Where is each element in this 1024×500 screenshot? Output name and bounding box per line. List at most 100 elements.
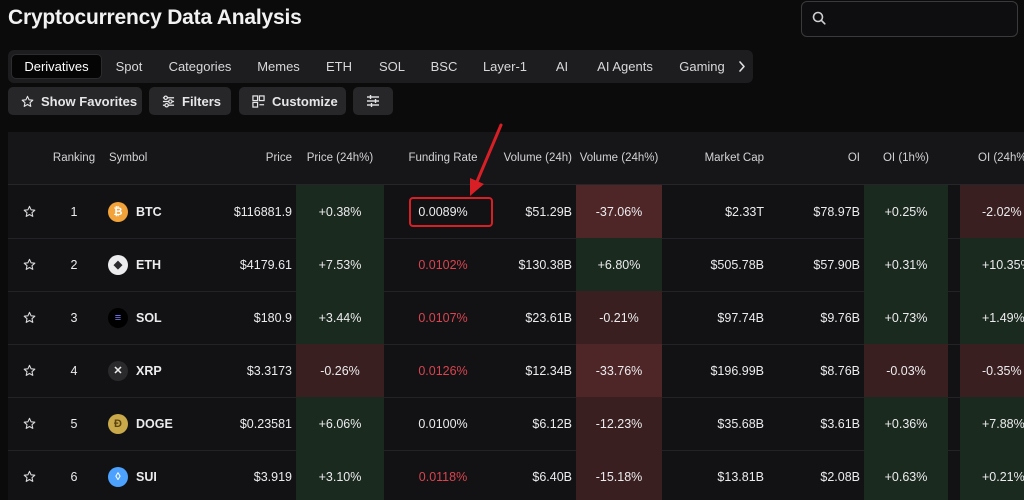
rank-cell: 6 <box>70 469 78 484</box>
funding-rate-cell: 0.0118% <box>418 469 468 484</box>
header-oi-24h[interactable]: OI (24h%) <box>978 132 1024 184</box>
tab-eth[interactable]: ETH <box>319 54 359 79</box>
btc-coin-icon: ₿ <box>108 201 128 222</box>
market-cap-cell: $97.74B <box>717 310 764 325</box>
customize-label: Customize <box>272 93 338 109</box>
price-cell: $116881.9 <box>233 204 292 219</box>
volume-cell: $23.61B <box>525 310 572 325</box>
oi-1h-cell: +0.36% <box>864 397 948 450</box>
settings-button[interactable] <box>353 87 393 115</box>
table-row[interactable]: 6 ◊ SUI $3.919 +3.10% 0.0118% $6.40B -15… <box>8 450 1024 500</box>
symbol-cell[interactable]: Ð DOGE <box>108 397 218 450</box>
symbol-cell[interactable]: ◆ ETH <box>108 238 218 291</box>
header-volume-24h[interactable]: Volume (24h%) <box>576 132 662 184</box>
oi-1h-cell: +0.73% <box>864 291 948 344</box>
header-market-cap[interactable]: Market Cap <box>668 132 764 184</box>
oi-cell: $3.61B <box>820 416 860 431</box>
header-price[interactable]: Price <box>208 132 292 184</box>
funding-rate-cell: 0.0107% <box>418 310 468 325</box>
search-input[interactable] <box>801 1 1018 37</box>
tab-ai[interactable]: AI <box>546 54 578 79</box>
category-tabs: Derivatives Spot Categories Memes ETH SO… <box>8 50 753 83</box>
symbol-cell[interactable]: ₿ BTC <box>108 185 218 238</box>
chevron-right-icon[interactable] <box>737 54 747 79</box>
eth-coin-icon: ◆ <box>108 254 128 275</box>
header-funding-rate[interactable]: Funding Rate <box>388 132 498 184</box>
oi-cell: $2.08B <box>820 469 860 484</box>
filters-button[interactable]: Filters <box>149 87 231 115</box>
tab-sol[interactable]: SOL <box>370 54 414 79</box>
oi-1h-cell: +0.31% <box>864 238 948 291</box>
tab-bsc[interactable]: BSC <box>423 54 465 79</box>
price-24h-cell: +6.06% <box>296 397 384 450</box>
rank-cell: 1 <box>70 204 78 219</box>
symbol-label: DOGE <box>136 416 173 431</box>
market-cap-cell: $505.78B <box>710 257 764 272</box>
header-symbol[interactable]: Symbol <box>109 132 189 184</box>
volume-24h-cell: -15.18% <box>576 450 662 500</box>
star-icon <box>21 95 34 107</box>
oi-cell: $8.76B <box>820 363 860 378</box>
favorite-star-icon[interactable] <box>16 238 42 291</box>
tab-categories[interactable]: Categories <box>161 54 239 79</box>
symbol-cell[interactable]: ✕ XRP <box>108 344 218 397</box>
symbol-cell[interactable]: ≡ SOL <box>108 291 218 344</box>
favorite-star-icon[interactable] <box>16 344 42 397</box>
volume-24h-cell: -37.06% <box>576 185 662 238</box>
symbol-cell[interactable]: ◊ SUI <box>108 450 218 500</box>
header-volume[interactable]: Volume (24h) <box>488 132 572 184</box>
rank-cell: 4 <box>70 363 78 378</box>
settings-icon <box>367 95 379 107</box>
oi-cell: $78.97B <box>813 204 860 219</box>
table-row[interactable]: 4 ✕ XRP $3.3173 -0.26% 0.0126% $12.34B -… <box>8 344 1024 398</box>
market-cap-cell: $196.99B <box>710 363 764 378</box>
oi-24h-cell: +10.35% <box>960 238 1024 291</box>
header-oi-1h[interactable]: OI (1h%) <box>864 132 948 184</box>
funding-rate-cell: 0.0126% <box>418 363 468 378</box>
show-favorites-button[interactable]: Show Favorites <box>8 87 142 115</box>
header-price-24h[interactable]: Price (24h%) <box>296 132 384 184</box>
sol-coin-icon: ≡ <box>108 307 128 328</box>
symbol-label: SUI <box>136 469 157 484</box>
price-cell: $3.3173 <box>246 363 292 378</box>
oi-24h-cell: -2.02% <box>960 185 1024 238</box>
grid-icon <box>252 94 265 108</box>
market-table: Ranking Symbol Price Price (24h%) Fundin… <box>8 132 1024 500</box>
volume-cell: $51.29B <box>525 204 572 219</box>
header-ranking[interactable]: Ranking <box>48 132 100 184</box>
table-row[interactable]: 1 ₿ BTC $116881.9 +0.38% 0.0089% $51.29B… <box>8 185 1024 239</box>
price-24h-cell: +3.44% <box>296 291 384 344</box>
tab-spot[interactable]: Spot <box>104 54 154 79</box>
tab-derivatives[interactable]: Derivatives <box>11 54 102 79</box>
market-cap-cell: $13.81B <box>717 469 764 484</box>
table-row[interactable]: 3 ≡ SOL $180.9 +3.44% 0.0107% $23.61B -0… <box>8 291 1024 345</box>
sliders-icon <box>162 95 175 107</box>
funding-rate-highlight <box>409 197 493 227</box>
volume-cell: $6.12B <box>532 416 572 431</box>
table-row[interactable]: 2 ◆ ETH $4179.61 +7.53% 0.0102% $130.38B… <box>8 238 1024 292</box>
price-cell: $180.9 <box>253 310 292 325</box>
symbol-label: ETH <box>136 257 161 272</box>
oi-1h-cell: -0.03% <box>864 344 948 397</box>
rank-cell: 3 <box>70 310 78 325</box>
tab-ai-agents[interactable]: AI Agents <box>590 54 660 79</box>
volume-cell: $12.34B <box>525 363 572 378</box>
table-row[interactable]: 5 Ð DOGE $0.23581 +6.06% 0.0100% $6.12B … <box>8 397 1024 451</box>
filters-label: Filters <box>182 93 222 109</box>
customize-button[interactable]: Customize <box>239 87 346 115</box>
oi-24h-cell: -0.35% <box>960 344 1024 397</box>
header-oi[interactable]: OI <box>788 132 860 184</box>
favorite-star-icon[interactable] <box>16 397 42 450</box>
volume-24h-cell: -0.21% <box>576 291 662 344</box>
tab-memes[interactable]: Memes <box>250 54 307 79</box>
oi-24h-cell: +1.49% <box>960 291 1024 344</box>
show-favorites-label: Show Favorites <box>41 93 138 109</box>
favorite-star-icon[interactable] <box>16 185 42 238</box>
favorite-star-icon[interactable] <box>16 450 42 500</box>
tab-gaming[interactable]: Gaming <box>672 54 732 79</box>
oi-cell: $9.76B <box>820 310 860 325</box>
favorite-star-icon[interactable] <box>16 291 42 344</box>
oi-1h-cell: +0.25% <box>864 185 948 238</box>
tab-layer-1[interactable]: Layer-1 <box>476 54 534 79</box>
volume-24h-cell: +6.80% <box>576 238 662 291</box>
